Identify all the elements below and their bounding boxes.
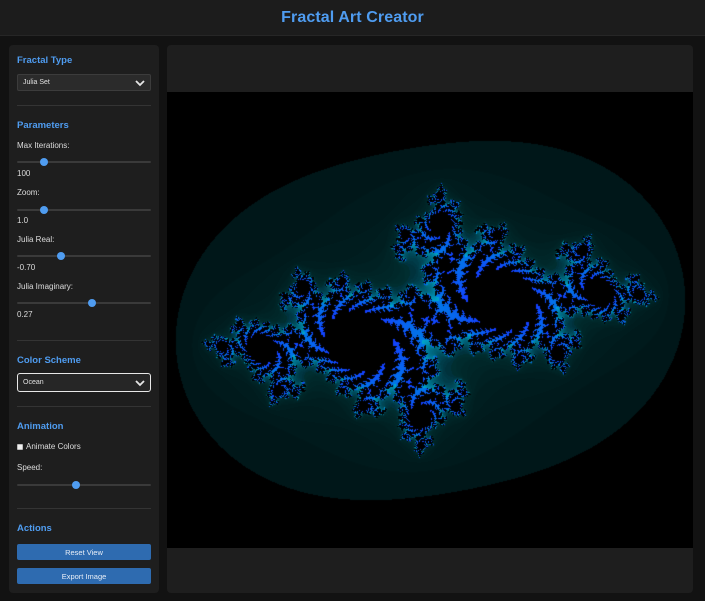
max-iterations-label: Max Iterations:: [17, 141, 70, 150]
zoom-slider[interactable]: [17, 206, 151, 214]
slider-track: [17, 302, 151, 304]
slider-thumb[interactable]: [71, 481, 80, 489]
export-image-button[interactable]: Export Image: [17, 568, 151, 584]
color-scheme-heading: Color Scheme: [17, 355, 81, 366]
julia-real-slider[interactable]: [17, 252, 151, 260]
color-scheme-select[interactable]: Ocean: [17, 373, 151, 392]
julia-real-value: -0.70: [17, 263, 36, 272]
chevron-down-icon: [135, 79, 145, 86]
actions-heading: Actions: [17, 523, 52, 534]
zoom-label: Zoom:: [17, 188, 40, 197]
app-header: Fractal Art Creator: [0, 0, 705, 36]
speed-slider[interactable]: [17, 481, 151, 489]
animate-colors-row[interactable]: Animate Colors: [17, 442, 81, 451]
animation-heading: Animation: [17, 421, 64, 432]
slider-track: [17, 161, 151, 163]
animate-colors-checkbox[interactable]: [17, 443, 23, 450]
section-divider: [17, 406, 151, 407]
parameters-heading: Parameters: [17, 120, 69, 131]
section-divider: [17, 508, 151, 509]
reset-view-button[interactable]: Reset View: [17, 544, 151, 560]
color-scheme-selected: Ocean: [23, 379, 44, 386]
chevron-down-icon: [135, 379, 145, 386]
julia-imaginary-slider[interactable]: [17, 299, 151, 307]
slider-thumb[interactable]: [57, 252, 66, 260]
slider-track: [17, 255, 151, 257]
slider-track: [17, 484, 151, 486]
slider-thumb[interactable]: [39, 206, 48, 214]
slider-thumb[interactable]: [88, 299, 97, 307]
fractal-type-heading: Fractal Type: [17, 55, 73, 66]
control-sidebar: Fractal Type Julia Set Parameters Max It…: [9, 45, 159, 593]
max-iterations-slider[interactable]: [17, 158, 151, 166]
julia-imaginary-value: 0.27: [17, 310, 33, 319]
section-divider: [17, 340, 151, 341]
slider-track: [17, 209, 151, 211]
section-divider: [17, 105, 151, 106]
fractal-type-select[interactable]: Julia Set: [17, 74, 151, 91]
animate-colors-label: Animate Colors: [26, 442, 81, 451]
slider-thumb[interactable]: [39, 158, 48, 166]
max-iterations-value: 100: [17, 169, 31, 178]
julia-real-label: Julia Real:: [17, 235, 55, 244]
fractal-type-selected: Julia Set: [23, 79, 50, 86]
app-title: Fractal Art Creator: [281, 8, 424, 26]
julia-imaginary-label: Julia Imaginary:: [17, 282, 74, 291]
fractal-canvas[interactable]: [167, 92, 693, 548]
speed-label: Speed:: [17, 463, 43, 472]
zoom-value: 1.0: [17, 216, 29, 225]
canvas-panel: [167, 45, 693, 593]
